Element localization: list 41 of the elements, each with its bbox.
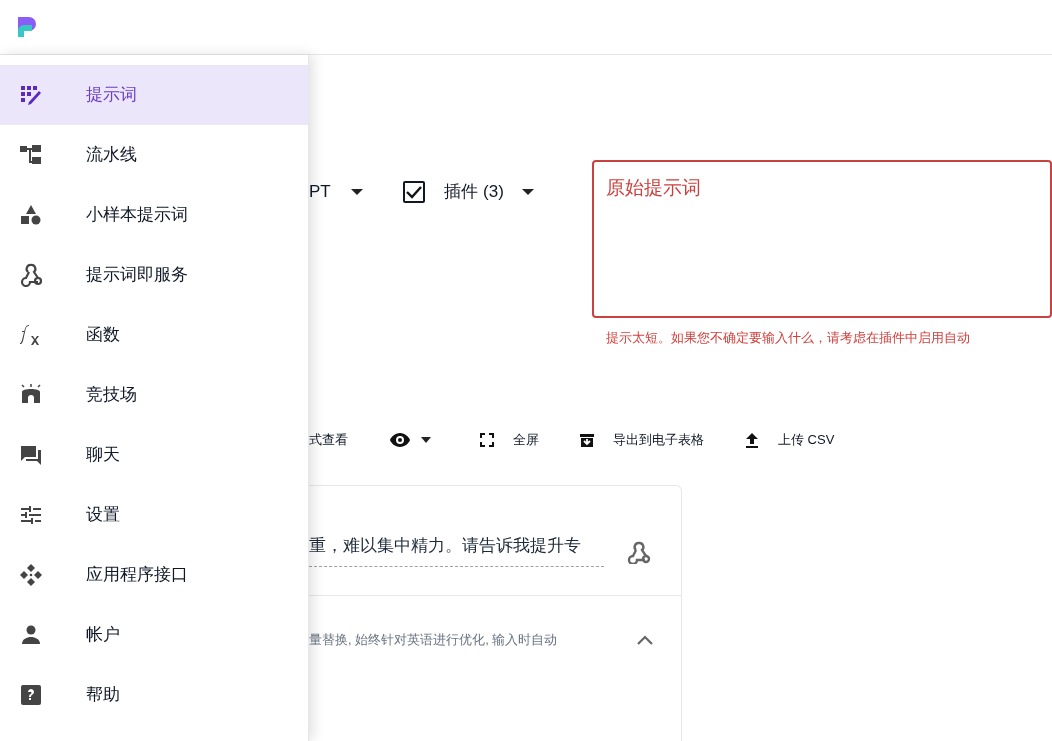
- chevron-up-icon[interactable]: [637, 634, 653, 645]
- shapes-icon: [19, 203, 43, 227]
- help-icon: [19, 683, 43, 707]
- account-icon: [19, 623, 43, 647]
- prompt-text[interactable]: 重，难以集中精力。请告诉我提升专: [309, 532, 604, 568]
- chat-icon: [19, 443, 43, 467]
- sidebar-item[interactable]: 提示词即服务: [0, 245, 308, 305]
- webhook-icon: [19, 263, 43, 287]
- plugins-label: 插件 (3): [444, 181, 504, 204]
- upload-icon: [744, 431, 760, 448]
- fullscreen-button[interactable]: 全屏: [479, 429, 539, 450]
- model-select-text[interactable]: PT: [309, 179, 331, 205]
- sidebar-item[interactable]: 竞技场: [0, 365, 308, 425]
- settings-icon: [19, 503, 43, 527]
- export-button[interactable]: 导出到电子表格: [579, 429, 704, 450]
- pipeline-icon: [19, 143, 43, 167]
- sidebar-item[interactable]: 应用程序接口: [0, 545, 308, 605]
- sidebar-item[interactable]: 聊天: [0, 425, 308, 485]
- error-message: 提示太短。如果您不确定要输入什么，请考虑在插件中启用自动: [606, 329, 971, 347]
- eye-icon[interactable]: [389, 431, 411, 448]
- sidebar-item[interactable]: 帐户: [0, 605, 308, 665]
- webhook-icon[interactable]: [626, 540, 652, 564]
- upload-button[interactable]: 上传 CSV: [744, 429, 835, 450]
- sidebar-item[interactable]: 设置: [0, 485, 308, 545]
- api-icon: [19, 563, 43, 587]
- caret-icon[interactable]: [350, 188, 363, 196]
- description-text: 量替换, 始终针对英语进行优化, 输入时自动: [309, 630, 559, 649]
- caret-icon[interactable]: [521, 188, 534, 196]
- fullscreen-icon: [479, 431, 495, 448]
- sidebar-item[interactable]: 小样本提示词: [0, 185, 308, 245]
- sidebar-item[interactable]: 函数: [0, 305, 308, 365]
- archive-icon: [579, 431, 595, 448]
- placeholder-text: 原始提示词: [606, 177, 701, 198]
- view-mode-button[interactable]: 式查看: [309, 429, 389, 450]
- caret-icon[interactable]: [421, 436, 431, 443]
- sidebar-item[interactable]: 流水线: [0, 125, 308, 185]
- prompt-textarea[interactable]: 原始提示词: [592, 160, 1052, 318]
- checkbox[interactable]: [403, 181, 426, 203]
- sidebar-item[interactable]: 帮助: [0, 665, 308, 725]
- prompt-icon: [19, 83, 43, 107]
- sidebar-item[interactable]: 提示词: [0, 65, 308, 125]
